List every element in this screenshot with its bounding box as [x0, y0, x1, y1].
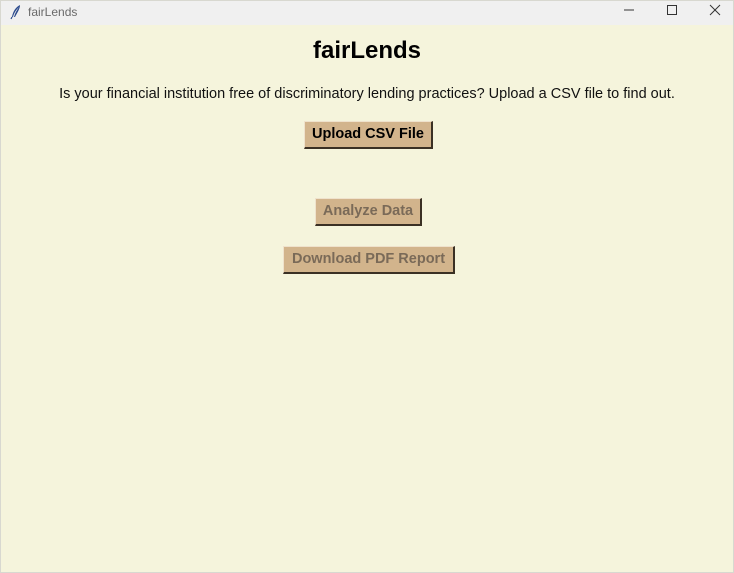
minimize-button[interactable] [607, 1, 651, 23]
analyze-data-button[interactable]: Analyze Data [315, 198, 422, 226]
maximize-button[interactable] [650, 1, 694, 23]
page-subtitle: Is your financial institution free of di… [59, 86, 675, 102]
close-icon [709, 3, 721, 21]
upload-csv-button[interactable]: Upload CSV File [304, 121, 433, 149]
page-title: fairLends [312, 37, 422, 64]
main-content: fairLends Is your financial institution … [1, 25, 733, 572]
maximize-icon [666, 3, 678, 21]
close-button[interactable] [693, 1, 734, 23]
feather-icon [9, 4, 23, 20]
minimize-icon [623, 3, 635, 21]
download-pdf-report-button[interactable]: Download PDF Report [283, 246, 455, 274]
window-title: fairLends [28, 5, 78, 19]
app-window: fairLends fairLends Is your financial in… [0, 0, 734, 573]
title-bar[interactable]: fairLends [1, 1, 733, 25]
